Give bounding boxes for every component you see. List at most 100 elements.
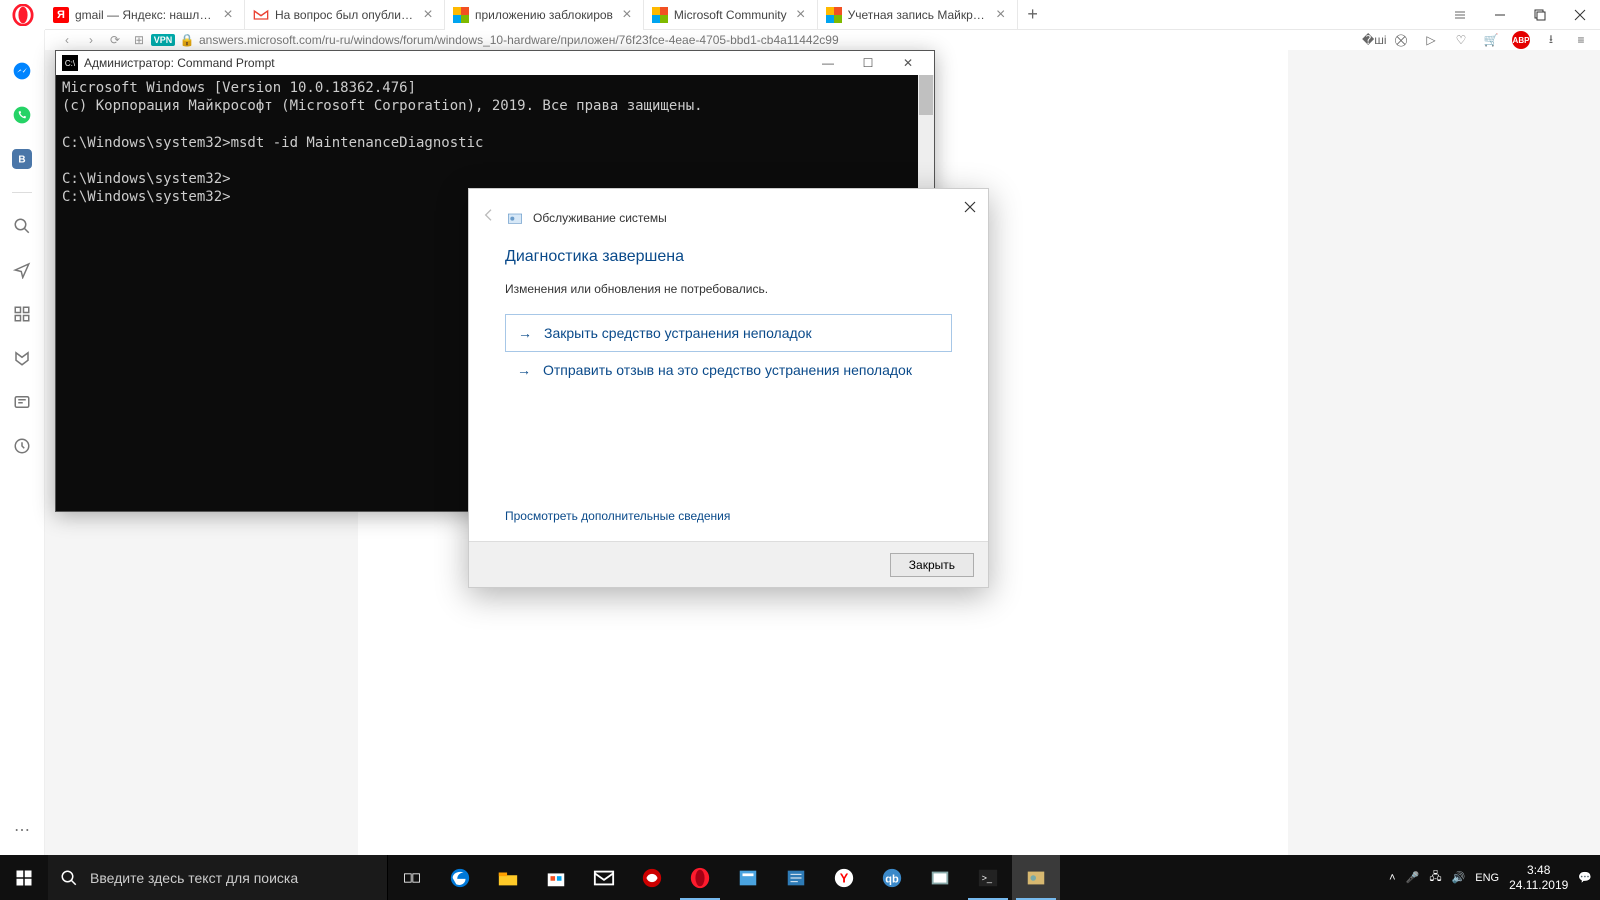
task-view-icon[interactable] bbox=[388, 855, 436, 900]
lock-icon[interactable]: 🔒 bbox=[175, 33, 199, 47]
yandex-browser-icon[interactable]: Y bbox=[820, 855, 868, 900]
dialog-footer: Закрыть bbox=[469, 541, 988, 587]
history-icon[interactable] bbox=[11, 435, 33, 457]
mic-icon[interactable]: 🎤 bbox=[1406, 871, 1420, 884]
more-icon[interactable]: ⋯ bbox=[11, 819, 33, 841]
edge-icon[interactable] bbox=[436, 855, 484, 900]
tab-close-icon[interactable]: × bbox=[793, 7, 809, 23]
tray-chevron-icon[interactable]: ˄ bbox=[1389, 872, 1395, 884]
clock[interactable]: 3:48 24.11.2019 bbox=[1509, 863, 1568, 892]
reload-icon[interactable]: ⟳ bbox=[103, 33, 127, 47]
system-tray: ˄ 🎤 🖧 🔊 ENG 3:48 24.11.2019 💬 bbox=[1381, 855, 1600, 900]
store-icon[interactable] bbox=[532, 855, 580, 900]
view-details-link[interactable]: Просмотреть дополнительные сведения bbox=[505, 509, 730, 523]
cmd-title-text: Администратор: Command Prompt bbox=[84, 56, 808, 70]
tab-title: На вопрос был опубликов bbox=[275, 8, 414, 22]
search-icon bbox=[60, 869, 78, 887]
dialog-back-icon[interactable] bbox=[481, 207, 497, 228]
dialog-close-icon[interactable] bbox=[958, 195, 982, 219]
vpn-badge[interactable]: VPN bbox=[151, 34, 176, 46]
qbittorrent-icon[interactable]: qb bbox=[868, 855, 916, 900]
search-placeholder: Введите здесь текст для поиска bbox=[90, 870, 298, 886]
svg-text:Y: Y bbox=[840, 870, 849, 885]
cmd-minimize-icon[interactable]: — bbox=[808, 56, 848, 70]
volume-icon[interactable]: 🔊 bbox=[1452, 871, 1466, 884]
troubleshoot-taskbar-icon[interactable] bbox=[1012, 855, 1060, 900]
cmd-maximize-icon[interactable]: ☐ bbox=[848, 56, 888, 70]
tab-strip: Я gmail — Яндекс: нашлось × На вопрос бы… bbox=[45, 0, 1600, 30]
dialog-header: Обслуживание системы bbox=[533, 211, 667, 225]
explorer-icon[interactable] bbox=[484, 855, 532, 900]
opera-sidebar: B ⋯ bbox=[0, 30, 45, 855]
speed-dial-icon[interactable]: ⊞ bbox=[127, 33, 151, 47]
ms-favicon bbox=[652, 7, 668, 23]
mail-icon[interactable] bbox=[580, 855, 628, 900]
app-icon-4[interactable] bbox=[916, 855, 964, 900]
tab-title: приложению заблокиров bbox=[475, 8, 613, 22]
tab-4[interactable]: Учетная запись Майкросо × bbox=[818, 0, 1018, 30]
maximize-icon[interactable] bbox=[1520, 0, 1560, 30]
opera-taskbar-icon[interactable] bbox=[676, 855, 724, 900]
tab-close-icon[interactable]: × bbox=[420, 7, 436, 23]
cmd-icon: C:\ bbox=[62, 55, 78, 71]
search-icon[interactable] bbox=[11, 215, 33, 237]
workspaces-icon[interactable] bbox=[11, 303, 33, 325]
forward-icon[interactable]: › bbox=[79, 33, 103, 47]
messenger-icon[interactable] bbox=[11, 60, 33, 82]
ms-favicon bbox=[453, 7, 469, 23]
window-controls bbox=[1440, 0, 1600, 30]
tab-1[interactable]: На вопрос был опубликов × bbox=[245, 0, 445, 30]
app-icon-3[interactable] bbox=[772, 855, 820, 900]
menu-icon[interactable]: ≡ bbox=[1572, 33, 1590, 47]
tab-0[interactable]: Я gmail — Яндекс: нашлось × bbox=[45, 0, 245, 30]
troubleshooter-dialog: Обслуживание системы Диагностика заверше… bbox=[468, 188, 989, 588]
cmd-titlebar[interactable]: C:\ Администратор: Command Prompt — ☐ ✕ bbox=[56, 51, 934, 75]
cmd-close-icon[interactable]: ✕ bbox=[888, 56, 928, 70]
whatsapp-icon[interactable] bbox=[11, 104, 33, 126]
tab-3[interactable]: Microsoft Community × bbox=[644, 0, 818, 30]
snapshot-icon[interactable]: �ші bbox=[1362, 33, 1380, 47]
heart-icon[interactable]: ♡ bbox=[1452, 33, 1470, 47]
minimize-icon[interactable] bbox=[1480, 0, 1520, 30]
cmd-taskbar-icon[interactable]: >_ bbox=[964, 855, 1012, 900]
send-icon[interactable]: ▷ bbox=[1422, 33, 1440, 47]
address-bar: ‹ › ⟳ ⊞ VPN 🔒 answers.microsoft.com/ru-r… bbox=[45, 30, 1600, 50]
tab-2[interactable]: приложению заблокиров × bbox=[445, 0, 644, 30]
download-icon[interactable]: ⭳ bbox=[1542, 30, 1560, 51]
tab-close-icon[interactable]: × bbox=[220, 7, 236, 23]
svg-text:>_: >_ bbox=[982, 872, 993, 882]
back-icon[interactable]: ‹ bbox=[55, 33, 79, 47]
url-field[interactable]: answers.microsoft.com/ru-ru/windows/foru… bbox=[199, 33, 1362, 47]
language-indicator[interactable]: ENG bbox=[1475, 872, 1499, 884]
scroll-thumb[interactable] bbox=[919, 75, 933, 115]
action-center-icon[interactable]: 💬 bbox=[1578, 871, 1592, 884]
news-icon[interactable] bbox=[11, 391, 33, 413]
cart-icon[interactable]: 🛒 bbox=[1482, 33, 1500, 47]
clock-time: 3:48 bbox=[1509, 863, 1568, 877]
browser-menu-icon[interactable] bbox=[1440, 0, 1480, 30]
gmail-favicon bbox=[253, 7, 269, 23]
option-send-feedback[interactable]: → Отправить отзыв на это средство устран… bbox=[505, 352, 952, 388]
opera-menu-button[interactable] bbox=[0, 0, 45, 30]
vk-icon[interactable]: B bbox=[11, 148, 33, 170]
clock-date: 24.11.2019 bbox=[1509, 878, 1568, 892]
svg-text:qb: qb bbox=[885, 873, 899, 885]
app-icon[interactable] bbox=[628, 855, 676, 900]
tab-close-icon[interactable]: × bbox=[619, 7, 635, 23]
start-button[interactable] bbox=[0, 855, 48, 900]
taskbar-search[interactable]: Введите здесь текст для поиска bbox=[48, 855, 388, 900]
close-button[interactable]: Закрыть bbox=[890, 553, 974, 577]
adblock-icon[interactable]: ⛒ bbox=[1392, 33, 1410, 48]
new-tab-button[interactable]: + bbox=[1018, 0, 1048, 30]
tab-title: Microsoft Community bbox=[674, 8, 787, 22]
option-label: Закрыть средство устранения неполадок bbox=[544, 325, 812, 341]
flow-icon[interactable] bbox=[11, 259, 33, 281]
tab-close-icon[interactable]: × bbox=[993, 7, 1009, 23]
option-close-troubleshooter[interactable]: → Закрыть средство устранения неполадок bbox=[505, 314, 952, 352]
yandex-favicon: Я bbox=[53, 7, 69, 23]
close-icon[interactable] bbox=[1560, 0, 1600, 30]
app-icon-2[interactable] bbox=[724, 855, 772, 900]
abp-icon[interactable]: ABP bbox=[1512, 31, 1530, 49]
bookmarks-icon[interactable] bbox=[11, 347, 33, 369]
network-icon[interactable]: 🖧 bbox=[1429, 868, 1441, 887]
